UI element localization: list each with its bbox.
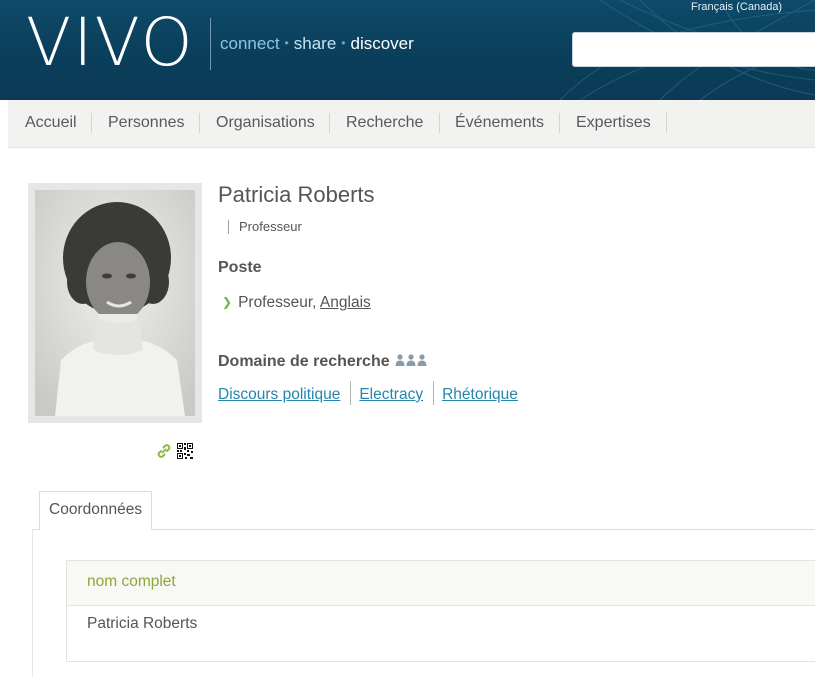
nav-item-organisations[interactable]: Organisations [216,112,315,136]
profile-name: Patricia Roberts [218,182,375,207]
qr-code-icon[interactable] [176,442,194,460]
tagline-discover: discover [350,34,414,53]
people-group-icon[interactable] [395,353,427,367]
language-selector[interactable]: Français (Canada) [691,1,782,13]
site-tagline: connect • share • discover [220,34,414,54]
tab-panel-border [32,529,33,677]
position-section-label: Poste [218,259,262,276]
portrait-image [35,190,195,416]
search-input[interactable] [572,32,815,67]
position-title: Professeur, [238,294,320,311]
preferred-title: Professeur [228,220,302,234]
tagline-share: share [293,34,337,53]
link-icon[interactable] [155,442,173,460]
chevron-right-icon: ❯ [222,295,233,309]
profile-photo[interactable] [35,190,195,416]
research-area-link[interactable]: Electracy [359,386,423,403]
tagline-dot: • [341,36,346,50]
tagline-connect: connect [220,34,280,53]
site-header: VIVO connect • share • discover Français (Ca… [0,0,815,100]
research-area-link[interactable]: Discours politique [218,386,340,403]
property-value: Patricia Roberts [87,615,198,632]
nav-separator [559,113,560,133]
position-org-link[interactable]: Anglais [320,294,371,311]
research-separator [350,381,352,405]
main-nav: Accueil Personnes Organisations Recherch… [8,100,815,148]
nav-item-expertises[interactable]: Expertises [576,112,651,136]
position-item: ❯ Professeur, Anglais [222,294,371,312]
research-area-link[interactable]: Rhétorique [442,386,518,403]
nav-separator [91,113,92,133]
tagline-dot: • [284,36,289,50]
research-separator [433,381,435,405]
logo-divider [210,18,211,70]
vivo-logo[interactable]: VIVO [26,6,195,80]
nav-separator [439,113,440,133]
nav-item-evenements[interactable]: Événements [455,112,544,136]
research-section-label: Domaine de recherche [218,353,390,370]
nav-item-personnes[interactable]: Personnes [108,112,185,136]
nav-item-recherche[interactable]: Recherche [346,112,423,136]
nav-item-accueil[interactable]: Accueil [25,112,77,136]
property-group: nom complet Patricia Roberts [66,560,815,662]
nav-separator [329,113,330,133]
nav-separator [666,113,667,133]
research-areas-list: Discours politique Electracy Rhétorique [218,381,518,407]
nav-separator [199,113,200,133]
tab-coordonnees[interactable]: Coordonnées [39,491,152,530]
profile-photo-frame [28,183,202,423]
property-label: nom complet [67,561,815,606]
